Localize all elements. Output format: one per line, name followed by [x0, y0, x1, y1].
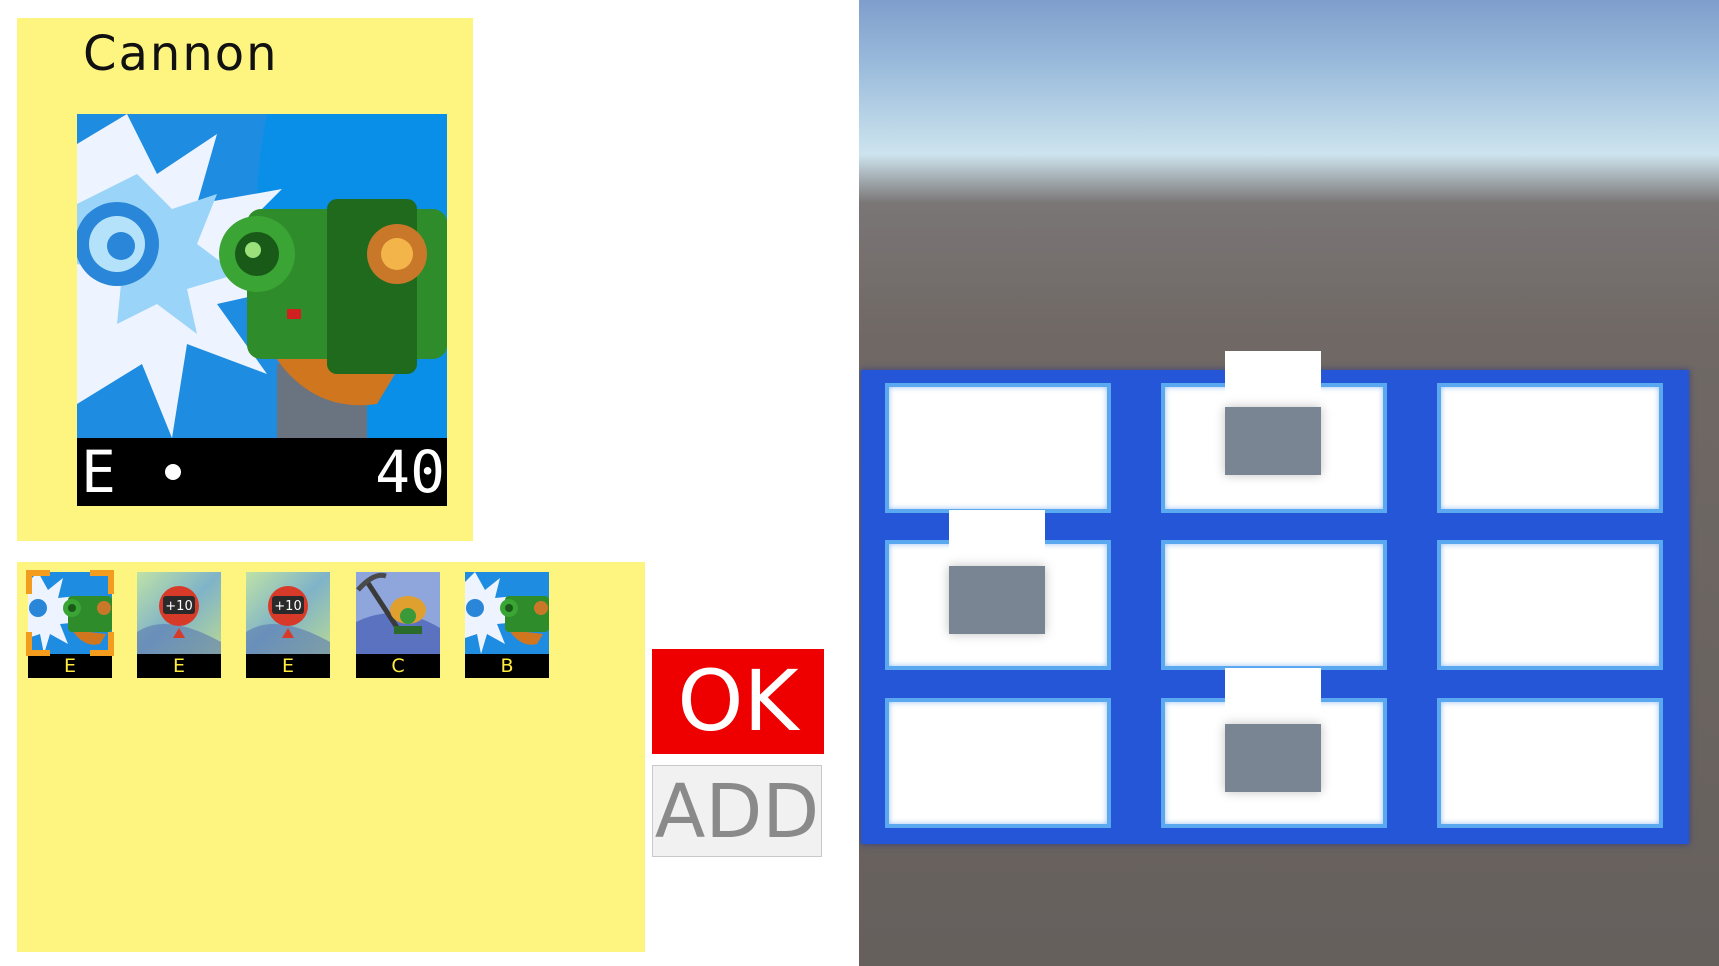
panel-r2-c2: [1161, 540, 1387, 670]
card-dot-icon: [165, 464, 181, 480]
battle-field-view: [859, 0, 1719, 966]
add-button[interactable]: ADD: [652, 765, 822, 857]
panel-r3-c3: [1437, 698, 1663, 828]
svg-text:+10: +10: [274, 599, 301, 614]
selected-card-panel: Cannon E 40: [17, 18, 473, 541]
panel-r1-c3: [1437, 383, 1663, 513]
panel-r1-c1: [885, 383, 1111, 513]
svg-text:+10: +10: [165, 599, 192, 614]
player-unit: [949, 510, 1045, 634]
cannon-chip-art-icon: [77, 114, 447, 438]
chip-slot-1[interactable]: E: [26, 570, 114, 678]
card-name: Cannon: [83, 26, 279, 82]
atk-plus-10-chip-icon: +10: [137, 572, 221, 654]
chip-slot-2[interactable]: +10 E: [137, 572, 221, 678]
panel-r3-c1: [885, 698, 1111, 828]
chip-slot-5[interactable]: B: [465, 572, 549, 678]
cannon-chip-icon: [28, 572, 112, 654]
enemy-unit-bottom: [1225, 668, 1321, 792]
atk-plus-10-chip-icon: +10: [246, 572, 330, 654]
card-damage: 40: [375, 438, 445, 506]
card-footer: E 40: [77, 438, 447, 506]
chip-code: E: [137, 654, 221, 678]
chip-code: E: [28, 654, 112, 678]
chip-selection-panel: E +10 E +10 E C B: [17, 562, 645, 952]
card-code: E: [81, 438, 116, 506]
chip-code: B: [465, 654, 549, 678]
chip-code: E: [246, 654, 330, 678]
enemy-unit-top: [1225, 351, 1321, 475]
panel-r2-c3: [1437, 540, 1663, 670]
cannon-chip-icon: [465, 572, 549, 654]
chip-slot-3[interactable]: +10 E: [246, 572, 330, 678]
ok-button[interactable]: OK: [652, 649, 824, 754]
chip-slot-4[interactable]: C: [356, 572, 440, 678]
chip-code: C: [356, 654, 440, 678]
pickaxe-mettaur-chip-icon: [356, 572, 440, 654]
